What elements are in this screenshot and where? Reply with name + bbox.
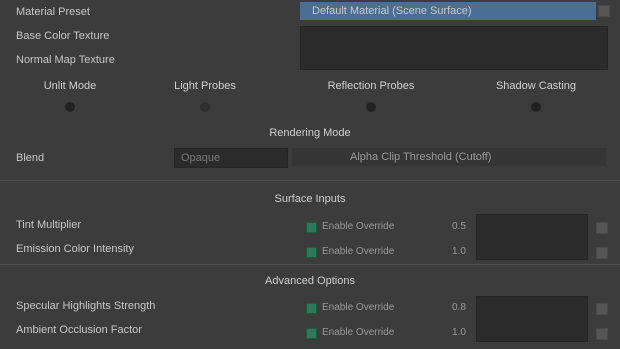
col-shadow-casting: Shadow Casting xyxy=(495,80,577,92)
emission-intensity-label: Emission Color Intensity xyxy=(16,243,134,255)
specular-strength-label: Specular Highlights Strength xyxy=(16,300,156,312)
tint-multiplier-label: Tint Multiplier xyxy=(16,219,81,231)
surface-curve-field[interactable] xyxy=(476,214,588,260)
occlusion-value: 1.0 xyxy=(452,327,466,338)
preset-menu-button[interactable] xyxy=(598,5,610,17)
reflection-probes-radio[interactable] xyxy=(366,102,376,112)
blend-mode-dropdown[interactable]: Opaque xyxy=(174,148,288,168)
specular-value: 0.8 xyxy=(452,302,466,313)
specular-override-text: Enable Override xyxy=(322,302,395,313)
unlit-mode-radio[interactable] xyxy=(65,102,75,112)
occlusion-factor-label: Ambient Occlusion Factor xyxy=(16,324,142,336)
emission-override-text: Enable Override xyxy=(322,246,395,257)
specular-menu-button[interactable] xyxy=(596,303,608,315)
surface-inputs-title: Surface Inputs xyxy=(274,193,346,205)
rendering-mode-title: Rendering Mode xyxy=(269,127,351,139)
specular-override-checkbox[interactable] xyxy=(306,303,317,314)
col-reflection-probes: Reflection Probes xyxy=(327,80,415,92)
preset-value: Default Material (Scene Surface) xyxy=(312,5,472,17)
emission-menu-button[interactable] xyxy=(596,247,608,259)
occlusion-override-checkbox[interactable] xyxy=(306,328,317,339)
blend-mode-value: Opaque xyxy=(181,152,221,164)
emission-override-checkbox[interactable] xyxy=(306,247,317,258)
occlusion-menu-button[interactable] xyxy=(596,328,608,340)
tint-override-text: Enable Override xyxy=(322,221,395,232)
tint-menu-button[interactable] xyxy=(596,222,608,234)
light-probes-radio[interactable] xyxy=(200,102,210,112)
cutoff-field[interactable]: Alpha Clip Threshold (Cutoff) xyxy=(292,148,606,166)
base-color-label: Base Color Texture xyxy=(16,30,110,42)
normal-map-label: Normal Map Texture xyxy=(16,54,115,66)
divider-1 xyxy=(0,180,620,181)
tint-override-checkbox[interactable] xyxy=(306,222,317,233)
col-light-probes: Light Probes xyxy=(174,80,236,92)
material-preset-label: Material Preset xyxy=(16,6,90,18)
blend-label: Blend xyxy=(16,152,45,164)
advanced-curve-field[interactable] xyxy=(476,296,588,342)
occlusion-override-text: Enable Override xyxy=(322,327,395,338)
divider-2 xyxy=(0,264,620,265)
emission-value: 1.0 xyxy=(452,246,466,257)
tint-value: 0.5 xyxy=(452,221,466,232)
texture-slot-field[interactable] xyxy=(300,26,608,70)
preset-select[interactable]: Default Material (Scene Surface) xyxy=(300,2,596,20)
cutoff-value: Alpha Clip Threshold (Cutoff) xyxy=(350,151,492,163)
advanced-options-title: Advanced Options xyxy=(265,275,355,287)
shadow-casting-radio[interactable] xyxy=(531,102,541,112)
col-unlit-mode: Unlit Mode xyxy=(43,80,97,92)
